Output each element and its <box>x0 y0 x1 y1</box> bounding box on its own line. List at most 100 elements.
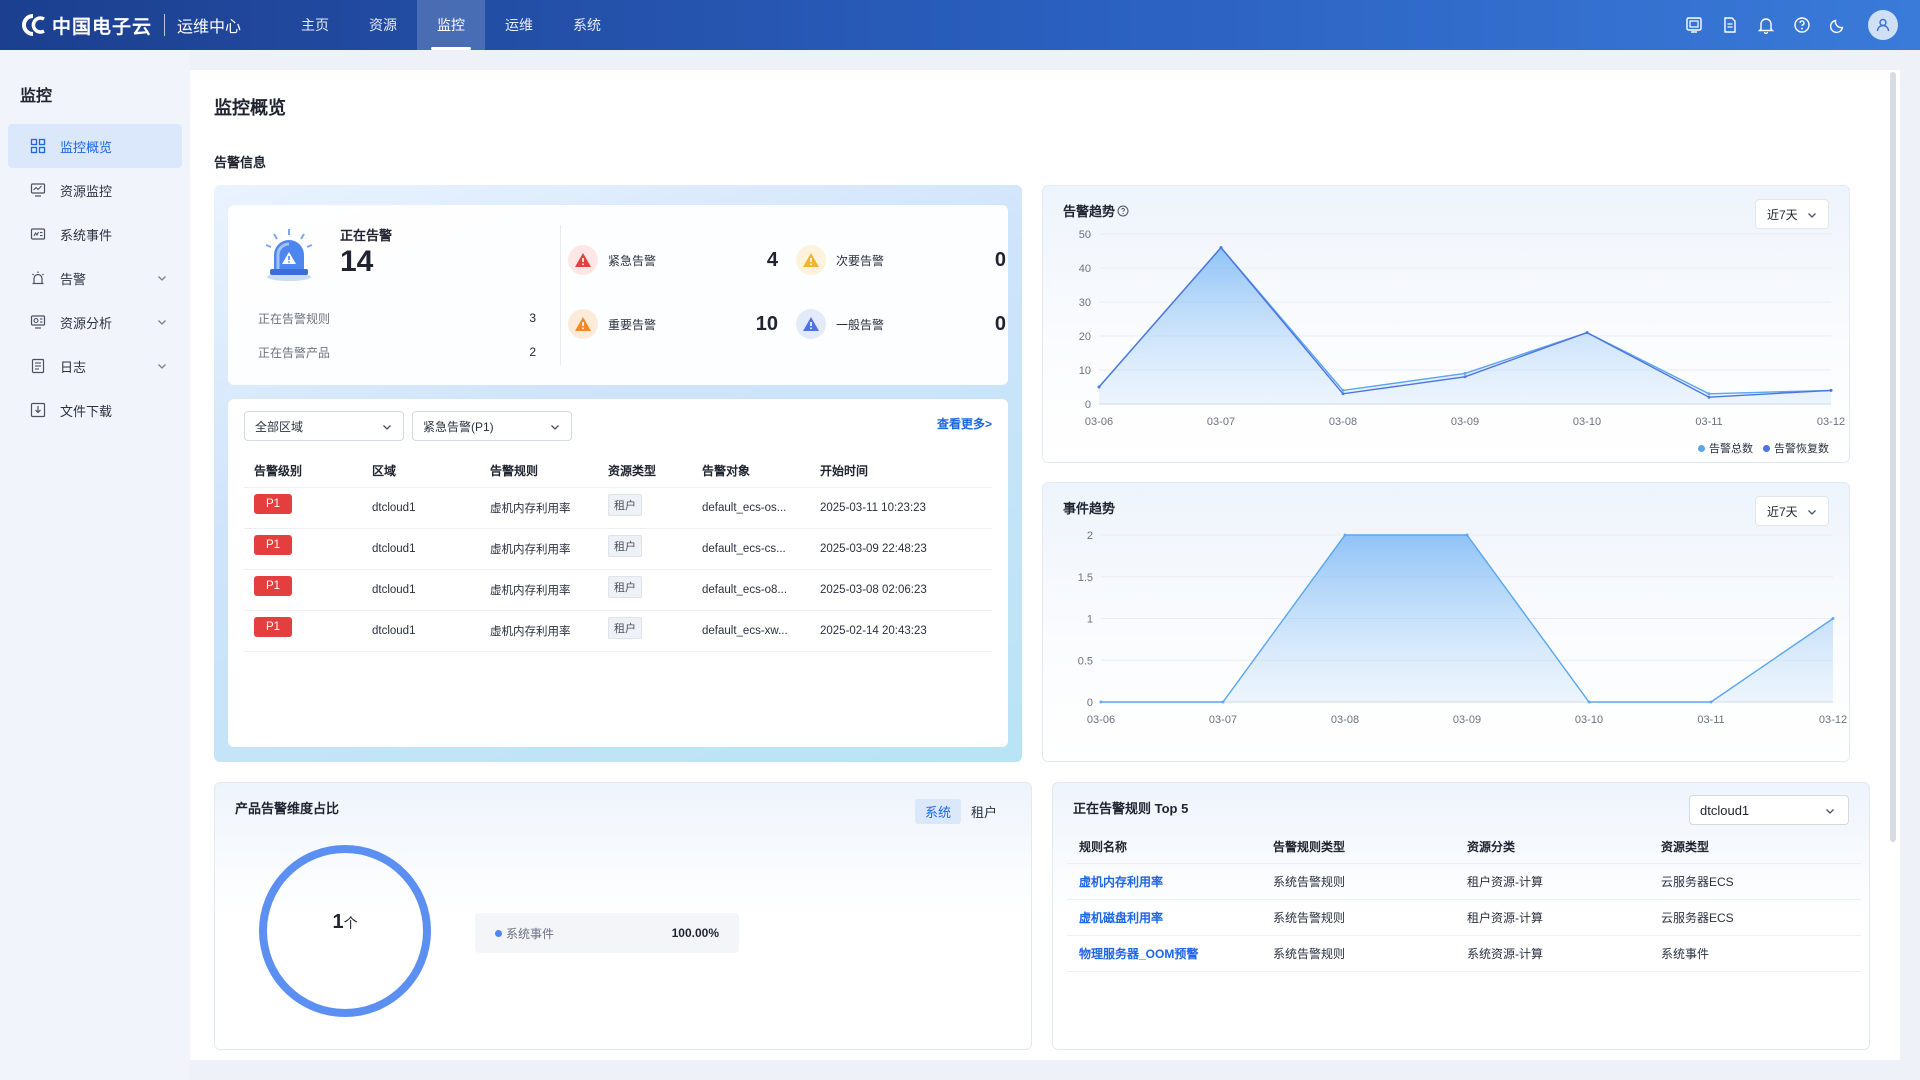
sidebar-item-logs[interactable]: 日志 <box>8 344 182 388</box>
y-tick-label: 50 <box>1079 229 1091 241</box>
legend-label[interactable]: 告警总数 <box>1709 440 1753 456</box>
table-row[interactable]: P1 dtcloud1 虚机内存利用率 租户 default_ecs-os...… <box>244 486 992 528</box>
severity-general[interactable]: 一般告警 0 <box>796 307 1006 341</box>
sidebar-item-label: 监控概览 <box>60 139 113 155</box>
analysis-icon <box>30 315 46 329</box>
table-row[interactable]: P1 dtcloud1 虚机内存利用率 租户 default_ecs-cs...… <box>244 527 992 569</box>
alarm-stats: 正在告警 14 正在告警规则 3 正在告警产品 2 紧急告警 4 次要告警 0 … <box>228 205 1008 385</box>
brand-logo[interactable]: 中国电子云 运维中心 <box>20 12 241 39</box>
region-filter-select[interactable]: 全部区域 <box>244 411 404 441</box>
level-badge: P1 <box>254 493 292 514</box>
rule-type-cell: 系统告警规则 <box>1261 898 1455 935</box>
scrollbar[interactable] <box>1890 72 1896 842</box>
rule-type-cell: 系统告警规则 <box>1261 862 1455 899</box>
alarming-rules-count: 3 <box>529 311 536 325</box>
tab-system[interactable]: 系统 <box>914 799 961 824</box>
severity-label: 紧急告警 <box>608 253 657 268</box>
alarming-label: 正在告警 <box>340 228 393 243</box>
severity-minor[interactable]: 次要告警 0 <box>796 243 1006 277</box>
level-filter-select[interactable]: 紧急告警(P1) <box>412 411 572 441</box>
chevron-down-icon <box>158 364 166 369</box>
moon-icon[interactable] <box>1820 7 1856 43</box>
data-point <box>1463 375 1467 379</box>
nav-system[interactable]: 系统 <box>553 0 621 50</box>
sidebar: 监控 监控概览 资源监控 系统事件 告警 资源分析 日志 文件下载 <box>0 50 190 1080</box>
severity-major[interactable]: 重要告警 10 <box>568 307 778 341</box>
y-tick-label: 2 <box>1087 530 1093 542</box>
target-cell: default_ecs-os... <box>692 486 810 528</box>
rule-name-link[interactable]: 虚机内存利用率 <box>1067 862 1261 899</box>
alarm-trend-range-select[interactable]: 近7天 <box>1755 199 1829 229</box>
bell-icon[interactable] <box>1748 7 1784 43</box>
rule-name-link[interactable]: 虚机磁盘利用率 <box>1067 898 1261 935</box>
column-header[interactable]: 告警对象 <box>692 455 810 487</box>
region-filter-value: 全部区域 <box>255 419 304 434</box>
top-rules-region-select[interactable]: dtcloud1 <box>1689 795 1849 825</box>
resource-cell: 云服务器ECS <box>1649 898 1861 935</box>
x-tick-label: 03-12 <box>1817 416 1845 428</box>
column-header[interactable]: 告警规则 <box>480 455 598 487</box>
target-cell: default_ecs-cs... <box>692 527 810 569</box>
top-rules-card: 正在告警规则 Top 5 dtcloud1 规则名称 告警规则类型 资源分类 资… <box>1052 782 1870 1050</box>
column-header[interactable]: 区域 <box>362 455 480 487</box>
event-trend-range-select[interactable]: 近7天 <box>1755 496 1829 526</box>
sidebar-item-system-events[interactable]: 系统事件 <box>8 212 182 256</box>
column-header: 告警规则类型 <box>1273 840 1346 855</box>
x-tick-label: 03-12 <box>1819 714 1847 726</box>
column-header[interactable]: 资源类型 <box>598 455 692 487</box>
nav-home[interactable]: 主页 <box>281 0 349 50</box>
table-row: 虚机磁盘利用率 系统告警规则 租户资源-计算 云服务器ECS <box>1067 898 1861 935</box>
alarming-rules-row[interactable]: 正在告警规则 3 <box>246 303 546 333</box>
x-tick-label: 03-11 <box>1695 416 1722 428</box>
nav-operations[interactable]: 运维 <box>485 0 553 50</box>
top-toolbar <box>1676 0 1898 50</box>
donut-center-value: 1个 <box>255 911 435 934</box>
column-header[interactable]: 告警级别 <box>244 455 362 487</box>
critical-warning-icon <box>568 245 598 275</box>
data-point <box>1707 395 1711 399</box>
column-header: 规则名称 <box>1079 840 1128 855</box>
resource-type-tag: 租户 <box>608 534 642 557</box>
tab-tenant[interactable]: 租户 <box>961 799 1007 824</box>
sidebar-item-file-download[interactable]: 文件下载 <box>8 388 182 432</box>
view-more-link[interactable]: 查看更多> <box>937 415 992 432</box>
x-tick-label: 03-09 <box>1451 416 1479 428</box>
table-row[interactable]: P1 dtcloud1 虚机内存利用率 租户 default_ecs-o8...… <box>244 568 992 610</box>
monitor-icon <box>30 183 46 197</box>
alarming-products-row[interactable]: 正在告警产品 2 <box>246 337 546 367</box>
document-icon[interactable] <box>1712 7 1748 43</box>
y-tick-label: 30 <box>1079 297 1091 309</box>
data-point <box>1707 392 1711 396</box>
sidebar-item-alarm[interactable]: 告警 <box>8 256 182 300</box>
region-cell: dtcloud1 <box>362 527 480 569</box>
severity-critical[interactable]: 紧急告警 4 <box>568 243 778 277</box>
event-trend-title: 事件趋势 <box>1063 501 1116 516</box>
ratio-legend-item[interactable]: 系统事件 100.00% <box>475 913 739 953</box>
severity-count: 0 <box>994 248 1006 271</box>
sidebar-item-resource-monitor[interactable]: 资源监控 <box>8 168 182 212</box>
legend-dot <box>495 929 502 937</box>
help-icon[interactable] <box>1784 7 1820 43</box>
resource-type-tag: 租户 <box>608 575 642 598</box>
severity-count: 0 <box>994 312 1006 335</box>
y-tick-label: 0.5 <box>1078 655 1093 667</box>
rule-name-link[interactable]: 物理服务器_OOM预警 <box>1067 934 1261 972</box>
data-point <box>1219 246 1223 250</box>
user-avatar[interactable] <box>1868 10 1898 40</box>
help-icon[interactable] <box>1117 205 1129 217</box>
table-row[interactable]: P1 dtcloud1 虚机内存利用率 租户 default_ecs-xw...… <box>244 609 992 652</box>
legend-label[interactable]: 告警恢复数 <box>1774 440 1829 456</box>
download-icon <box>30 402 46 418</box>
nav-monitor[interactable]: 监控 <box>417 0 486 50</box>
range-value: 近7天 <box>1767 207 1798 222</box>
severity-count: 4 <box>766 248 778 271</box>
region-value: dtcloud1 <box>1700 802 1750 818</box>
column-header[interactable]: 开始时间 <box>810 455 992 487</box>
resource-cell: 云服务器ECS <box>1649 862 1861 899</box>
screen-icon[interactable] <box>1676 7 1712 43</box>
sidebar-item-overview[interactable]: 监控概览 <box>8 124 182 168</box>
alarm-list: 全部区域 紧急告警(P1) 查看更多> 告警级别 区域 告警规则 资源类型 告警… <box>228 399 1008 747</box>
sidebar-item-resource-analysis[interactable]: 资源分析 <box>8 300 182 344</box>
nav-resources[interactable]: 资源 <box>349 0 417 50</box>
alarming-rules-label: 正在告警规则 <box>258 311 331 326</box>
